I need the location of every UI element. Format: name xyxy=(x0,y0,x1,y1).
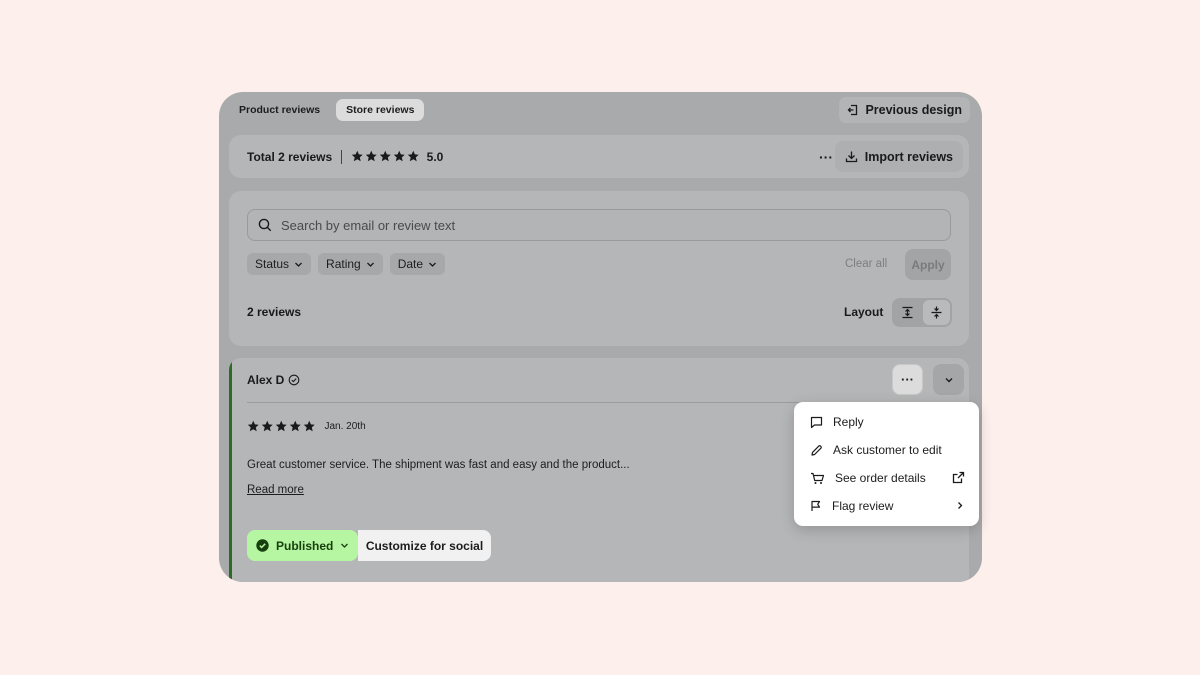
cart-icon xyxy=(811,472,825,484)
summary-stars xyxy=(351,150,420,163)
chevron-down-icon xyxy=(945,377,952,382)
chevron-down-icon xyxy=(366,262,374,267)
divider xyxy=(341,149,343,164)
chevron-down-icon xyxy=(341,543,349,548)
filters-panel: Status Rating Date Clear all Apply 2 rev… xyxy=(229,191,969,346)
average-rating: 5.0 xyxy=(426,149,444,164)
reviews-total: Total 2 reviews 5.0 xyxy=(247,135,443,178)
status-filter-label: Status xyxy=(255,257,290,271)
exit-door-icon xyxy=(848,104,858,116)
collapse-vertical-icon xyxy=(931,306,942,319)
star-icon xyxy=(351,151,363,162)
layout-toggle xyxy=(892,298,952,327)
reviewer-name: Alex D xyxy=(247,373,285,387)
search-input[interactable] xyxy=(281,217,921,233)
menu-item-ask-edit[interactable]: Ask customer to edit xyxy=(794,436,979,464)
rating-filter[interactable]: Rating xyxy=(318,253,383,275)
review-actions-menu: Reply Ask customer to edit See order det… xyxy=(794,402,979,526)
rating-filter-label: Rating xyxy=(326,257,361,271)
import-reviews-button[interactable]: Import reviews xyxy=(834,141,963,172)
layout-compact-button[interactable] xyxy=(923,300,950,325)
star-icon xyxy=(289,420,301,432)
star-icon xyxy=(247,420,259,432)
status-filter[interactable]: Status xyxy=(247,253,312,275)
pencil-icon xyxy=(811,444,822,456)
reviews-count: 2 reviews xyxy=(247,305,302,319)
review-date: Jan. 20th xyxy=(324,420,366,432)
summary-more-button[interactable]: ··· xyxy=(819,135,833,178)
filter-chips: Status Rating Date xyxy=(247,253,446,275)
layout-expanded-button[interactable] xyxy=(894,300,921,325)
chevron-down-icon xyxy=(295,262,302,267)
customize-for-social-button[interactable]: Customize for social xyxy=(358,530,491,561)
menu-item-label: Ask customer to edit xyxy=(833,443,942,457)
import-reviews-label: Import reviews xyxy=(864,149,953,164)
review-tabs: Product reviews Store reviews xyxy=(229,99,425,121)
review-rating: Jan. 20th xyxy=(247,420,366,433)
menu-item-order-details[interactable]: See order details xyxy=(794,464,979,492)
status-label: Published xyxy=(276,538,334,553)
menu-item-flag-review[interactable]: Flag review xyxy=(794,492,979,520)
reviews-summary-bar: Total 2 reviews 5.0 ··· Import reviews xyxy=(229,135,969,178)
previous-design-button[interactable]: Previous design xyxy=(839,97,970,123)
published-accent-bar xyxy=(229,362,232,582)
star-icon xyxy=(365,151,377,162)
status-dropdown[interactable]: Published xyxy=(247,530,358,561)
star-icon xyxy=(261,420,273,432)
apply-button[interactable]: Apply xyxy=(905,249,951,280)
read-more-link[interactable]: Read more xyxy=(247,484,304,496)
star-icon xyxy=(393,151,405,162)
total-reviews-label: Total 2 reviews xyxy=(247,149,333,164)
comment-icon xyxy=(810,416,823,428)
date-filter-label: Date xyxy=(397,257,424,271)
review-text: Great customer service. The shipment was… xyxy=(247,459,630,471)
clear-all-button[interactable]: Clear all xyxy=(845,253,887,275)
review-stars xyxy=(247,420,316,433)
star-icon xyxy=(407,151,419,162)
expand-vertical-icon xyxy=(902,306,913,319)
star-icon xyxy=(275,420,287,432)
flag-icon xyxy=(811,500,821,511)
menu-item-reply[interactable]: Reply xyxy=(794,408,979,436)
search-icon xyxy=(258,218,272,232)
date-filter[interactable]: Date xyxy=(389,253,446,275)
external-link-icon xyxy=(952,471,965,484)
verified-check-icon xyxy=(289,374,300,386)
chevron-down-icon xyxy=(429,262,437,267)
reviewer: Alex D xyxy=(247,372,300,388)
download-icon xyxy=(845,151,857,163)
star-icon xyxy=(379,151,391,162)
menu-item-label: See order details xyxy=(835,471,926,485)
tab-product-reviews[interactable]: Product reviews xyxy=(229,99,330,121)
menu-item-label: Reply xyxy=(833,415,864,429)
menu-item-label: Flag review xyxy=(832,499,894,513)
review-expand-button[interactable] xyxy=(933,364,964,395)
layout-label: Layout xyxy=(844,305,884,319)
review-more-button[interactable]: ··· xyxy=(892,364,923,395)
previous-design-label: Previous design xyxy=(865,103,962,117)
star-icon xyxy=(303,420,315,432)
search-box[interactable] xyxy=(247,209,951,241)
chevron-right-icon xyxy=(958,502,963,509)
tab-store-reviews[interactable]: Store reviews xyxy=(336,99,425,121)
check-circle-icon xyxy=(256,539,269,552)
